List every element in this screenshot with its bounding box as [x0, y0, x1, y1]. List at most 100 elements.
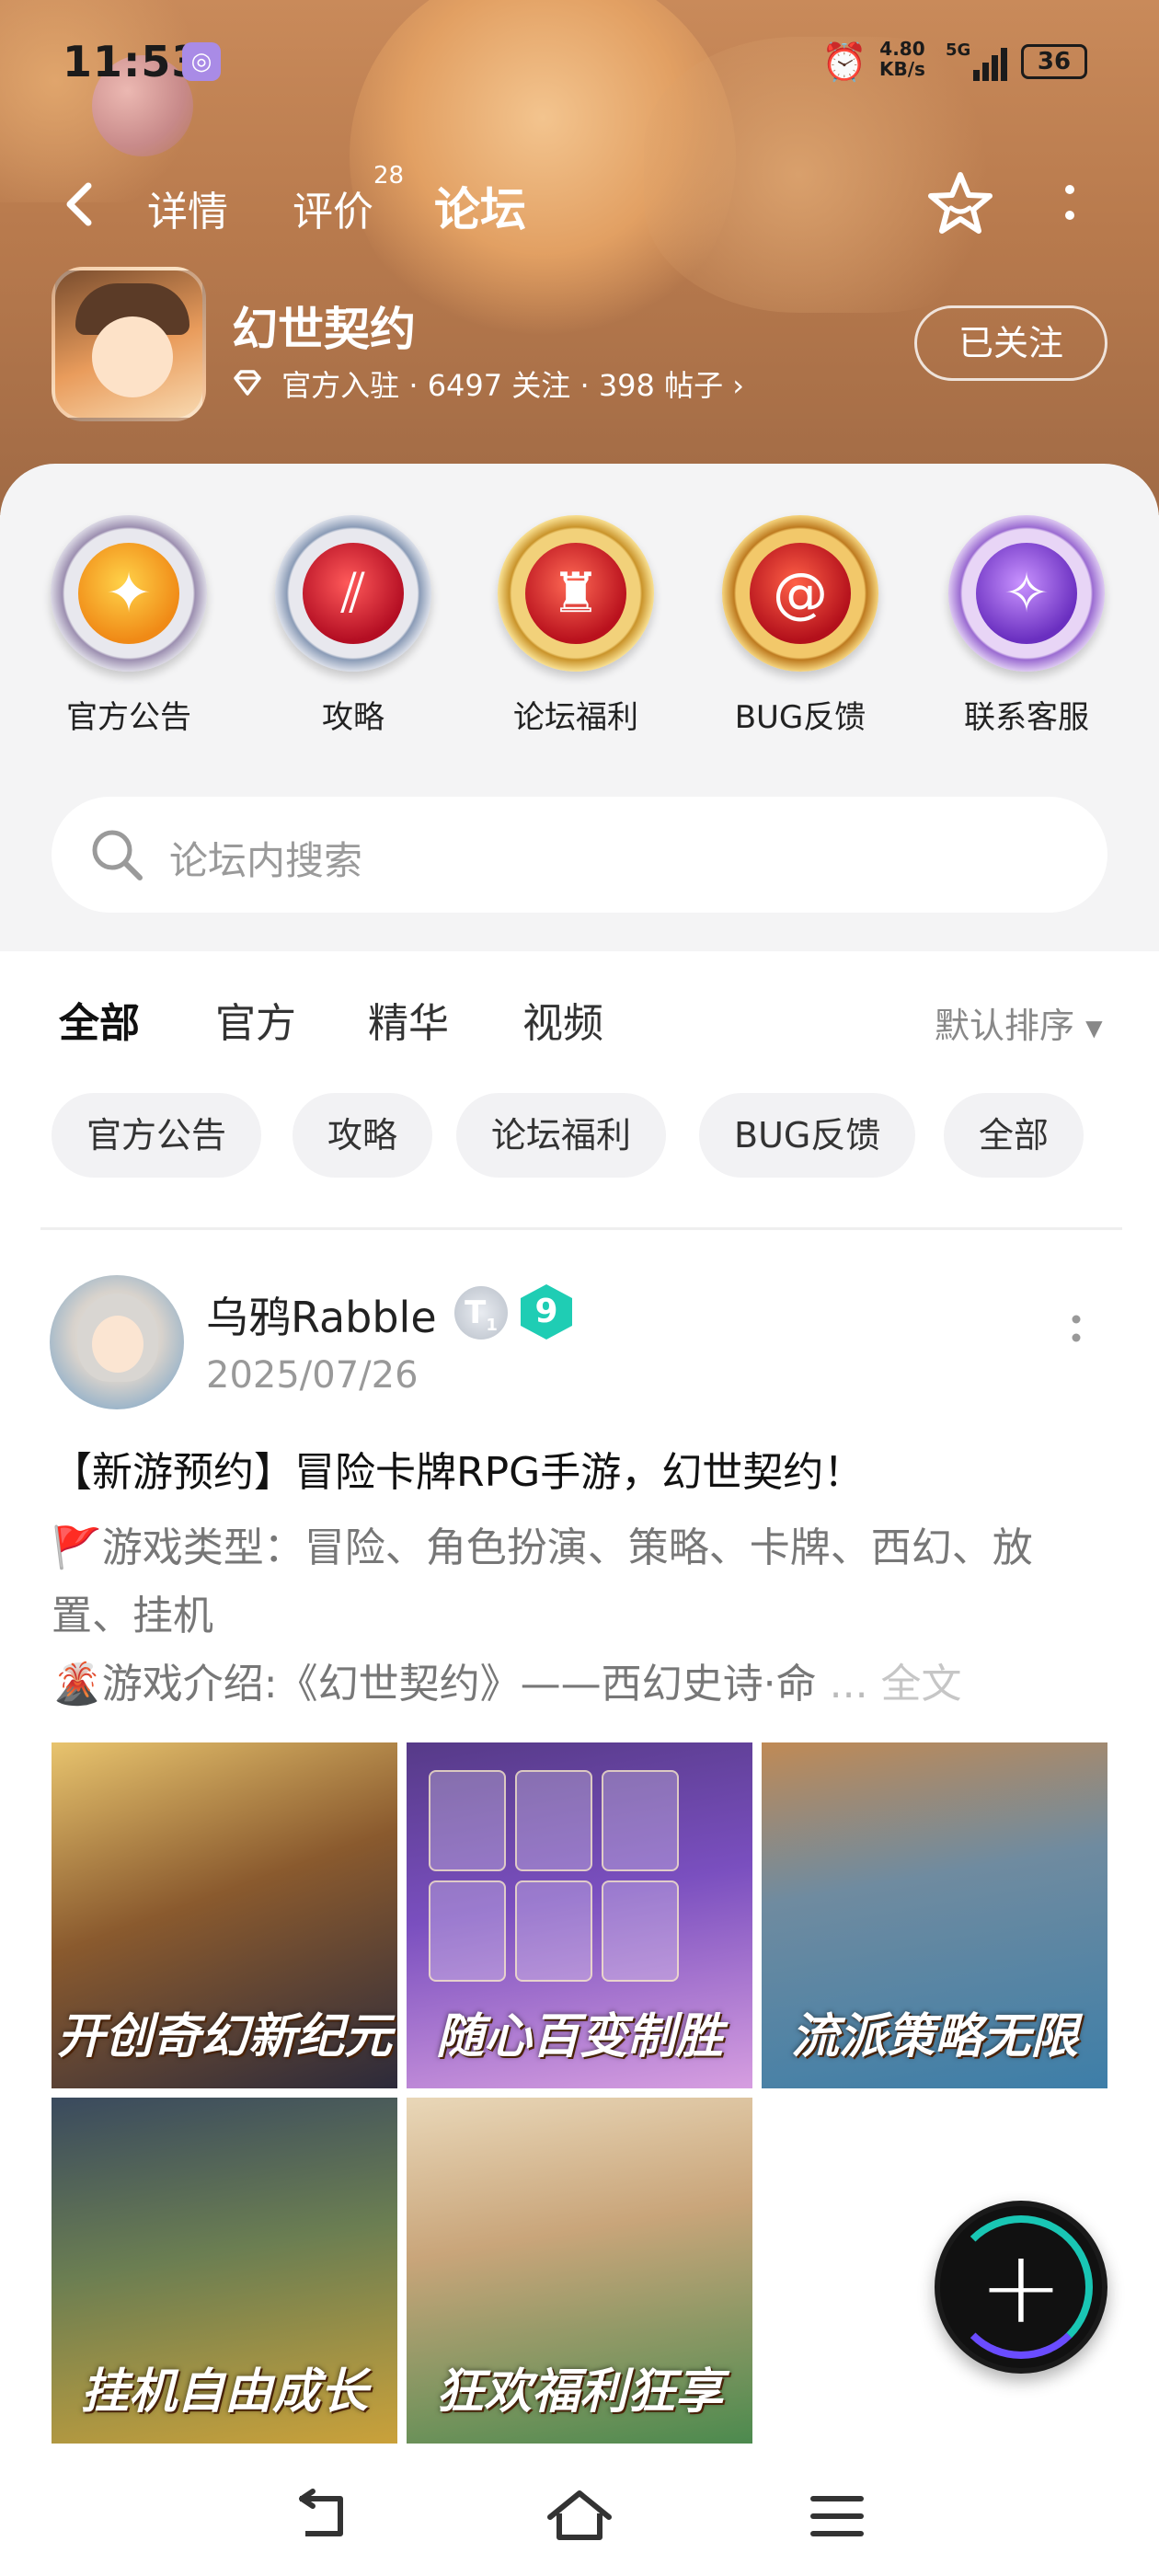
- category-shortcuts: ✦ 官方公告 ⫽ 攻略 ♜ 论坛福利 @ BUG反馈 ✧ 联系客服: [0, 515, 1159, 754]
- chip-bug-report[interactable]: BUG反馈: [699, 1093, 916, 1178]
- network-speed: 4.80 KB/s: [879, 39, 925, 79]
- system-menu-button[interactable]: [800, 2484, 874, 2548]
- category-label: 论坛福利: [513, 699, 638, 736]
- feed-tab-label: 全部: [59, 1000, 140, 1047]
- diamond-icon: [234, 370, 261, 396]
- post-author[interactable]: 乌鸦Rabble: [206, 1284, 437, 1345]
- chip-guides[interactable]: 攻略: [293, 1093, 433, 1178]
- card-art: [602, 1880, 679, 1982]
- post-date: 2025/07/26: [206, 1354, 419, 1397]
- star-icon: [928, 172, 993, 234]
- home-icon: [547, 2490, 612, 2540]
- feed-tab-official[interactable]: 官方: [215, 990, 296, 1049]
- follow-button[interactable]: 已关注: [914, 305, 1107, 381]
- chip-welfare[interactable]: 论坛福利: [456, 1093, 667, 1178]
- megaphone-badge-icon: ✦: [51, 515, 207, 672]
- app-notification-icon: ◎: [182, 42, 221, 81]
- network-speed-value: 4.80: [879, 38, 925, 60]
- signal-icon: [973, 44, 1014, 81]
- status-time: 11:53: [63, 37, 202, 86]
- claw-badge-icon: ⫽: [275, 515, 431, 672]
- divider: [40, 1227, 1122, 1230]
- tab-details[interactable]: 详情: [147, 178, 228, 237]
- hooded-figure-badge-icon: ♜: [498, 515, 654, 672]
- post-image[interactable]: 流派策略无限: [762, 1742, 1107, 2088]
- hands-badge-icon: ✧: [948, 515, 1105, 672]
- new-post-button[interactable]: +: [935, 2201, 1107, 2374]
- post-image[interactable]: 开创奇幻新纪元: [52, 1742, 397, 2088]
- favorite-button[interactable]: [924, 167, 997, 241]
- category-support[interactable]: ✧ 联系客服: [935, 515, 1119, 754]
- game-meta[interactable]: 官方入驻 · 6497 关注 · 398 帖子 ›: [232, 362, 744, 405]
- image-caption: 流派策略无限: [790, 2009, 1078, 2064]
- more-options-button[interactable]: [1056, 177, 1084, 232]
- forum-search-input[interactable]: 论坛内搜索: [52, 797, 1107, 913]
- read-full-link[interactable]: 全文: [881, 1661, 962, 1708]
- more-vertical-icon: [1065, 185, 1074, 220]
- chevron-left-icon: [66, 182, 92, 226]
- category-welfare[interactable]: ♜ 论坛福利: [484, 515, 668, 754]
- post-title[interactable]: 【新游预约】冒险卡牌RPG手游，幻世契约！: [52, 1439, 864, 1498]
- chip-all[interactable]: 全部: [944, 1093, 1084, 1178]
- game-name: 幻世契约: [232, 303, 416, 356]
- tab-forum-label: 论坛: [434, 183, 526, 236]
- tab-reviews-label: 评价: [293, 189, 373, 236]
- category-label: 联系客服: [964, 699, 1089, 736]
- ellipsis: ...: [816, 1661, 881, 1708]
- volcano-icon: 🌋: [52, 1661, 102, 1708]
- card-art: [515, 1770, 592, 1871]
- post-body[interactable]: 🚩游戏类型：冒险、角色扮演、策略、卡牌、西幻、放置、挂机 🌋游戏介绍:《幻世契约…: [52, 1514, 1109, 1719]
- caret-down-icon: ▼: [1085, 1015, 1103, 1041]
- category-bug-report[interactable]: @ BUG反馈: [708, 515, 892, 754]
- category-label: 官方公告: [66, 699, 191, 736]
- post-more-button[interactable]: [1065, 1310, 1087, 1365]
- post-image[interactable]: 挂机自由成长: [52, 2098, 397, 2444]
- post-line-text: 游戏类型：冒险、角色扮演、策略、卡牌、西幻、放置、挂机: [52, 1524, 1033, 1639]
- chip-announcements[interactable]: 官方公告: [52, 1093, 262, 1178]
- post-line-genre: 🚩游戏类型：冒险、角色扮演、策略、卡牌、西幻、放置、挂机: [52, 1514, 1109, 1650]
- top-nav: 详情 评价 28 论坛: [0, 162, 1159, 248]
- post-image[interactable]: 狂欢福利狂享: [407, 2098, 752, 2444]
- feed-tab-all[interactable]: 全部: [59, 990, 140, 1049]
- system-home-button[interactable]: [543, 2484, 616, 2548]
- sort-label: 默认排序: [935, 1006, 1075, 1046]
- game-header: 幻世契约 官方入驻 · 6497 关注 · 398 帖子 › 已关注: [0, 267, 1159, 432]
- game-icon[interactable]: [52, 267, 206, 421]
- review-count-badge: 28: [373, 162, 405, 190]
- tab-forum[interactable]: 论坛: [434, 173, 545, 239]
- category-announcements[interactable]: ✦ 官方公告: [37, 515, 221, 754]
- game-icon-art: [92, 316, 173, 397]
- avatar[interactable]: [50, 1275, 184, 1409]
- feed-tab-video[interactable]: 视频: [522, 990, 603, 1049]
- feed-tabs: 全部 官方 精华 视频 默认排序 ▼: [0, 981, 1159, 1064]
- system-back-button[interactable]: [285, 2484, 359, 2548]
- network-speed-unit: KB/s: [879, 58, 925, 80]
- menu-icon: [810, 2496, 864, 2536]
- image-caption: 开创奇幻新纪元: [56, 2009, 392, 2064]
- plus-icon: +: [978, 2228, 1064, 2346]
- network-type: 5G: [946, 40, 971, 60]
- chevron-right-icon: ›: [732, 368, 745, 403]
- feed-tab-featured[interactable]: 精华: [368, 990, 449, 1049]
- back-arrow-icon: [299, 2489, 343, 2536]
- card-art: [515, 1880, 592, 1982]
- back-button[interactable]: [55, 177, 110, 232]
- sort-dropdown[interactable]: 默认排序 ▼: [935, 997, 1103, 1048]
- system-nav-bar: [0, 2447, 1159, 2576]
- card-art: [429, 1880, 506, 1982]
- image-caption: 随心百变制胜: [435, 2009, 723, 2064]
- image-caption: 狂欢福利狂享: [435, 2364, 723, 2420]
- title-badge-letter: T: [465, 1294, 487, 1331]
- status-bar: 11:53 ◎ ⏰ 4.80 KB/s 5G 36: [0, 0, 1159, 120]
- search-placeholder: 论坛内搜索: [169, 838, 363, 883]
- game-meta-text: 官方入驻 · 6497 关注 · 398 帖子: [281, 368, 724, 403]
- tab-reviews[interactable]: 评价 28: [293, 162, 404, 237]
- category-guides[interactable]: ⫽ 攻略: [261, 515, 445, 754]
- filter-chips: 官方公告 攻略 论坛福利 BUG反馈 全部: [0, 1093, 1159, 1179]
- title-badge: T1: [454, 1286, 508, 1340]
- search-icon: [92, 830, 143, 880]
- post-image[interactable]: 随心百变制胜: [407, 1742, 752, 2088]
- post-line-text: 游戏介绍:《幻世契约》——西幻史诗·命: [101, 1661, 817, 1708]
- title-badge-sub: 1: [486, 1315, 498, 1335]
- card-art: [602, 1770, 679, 1871]
